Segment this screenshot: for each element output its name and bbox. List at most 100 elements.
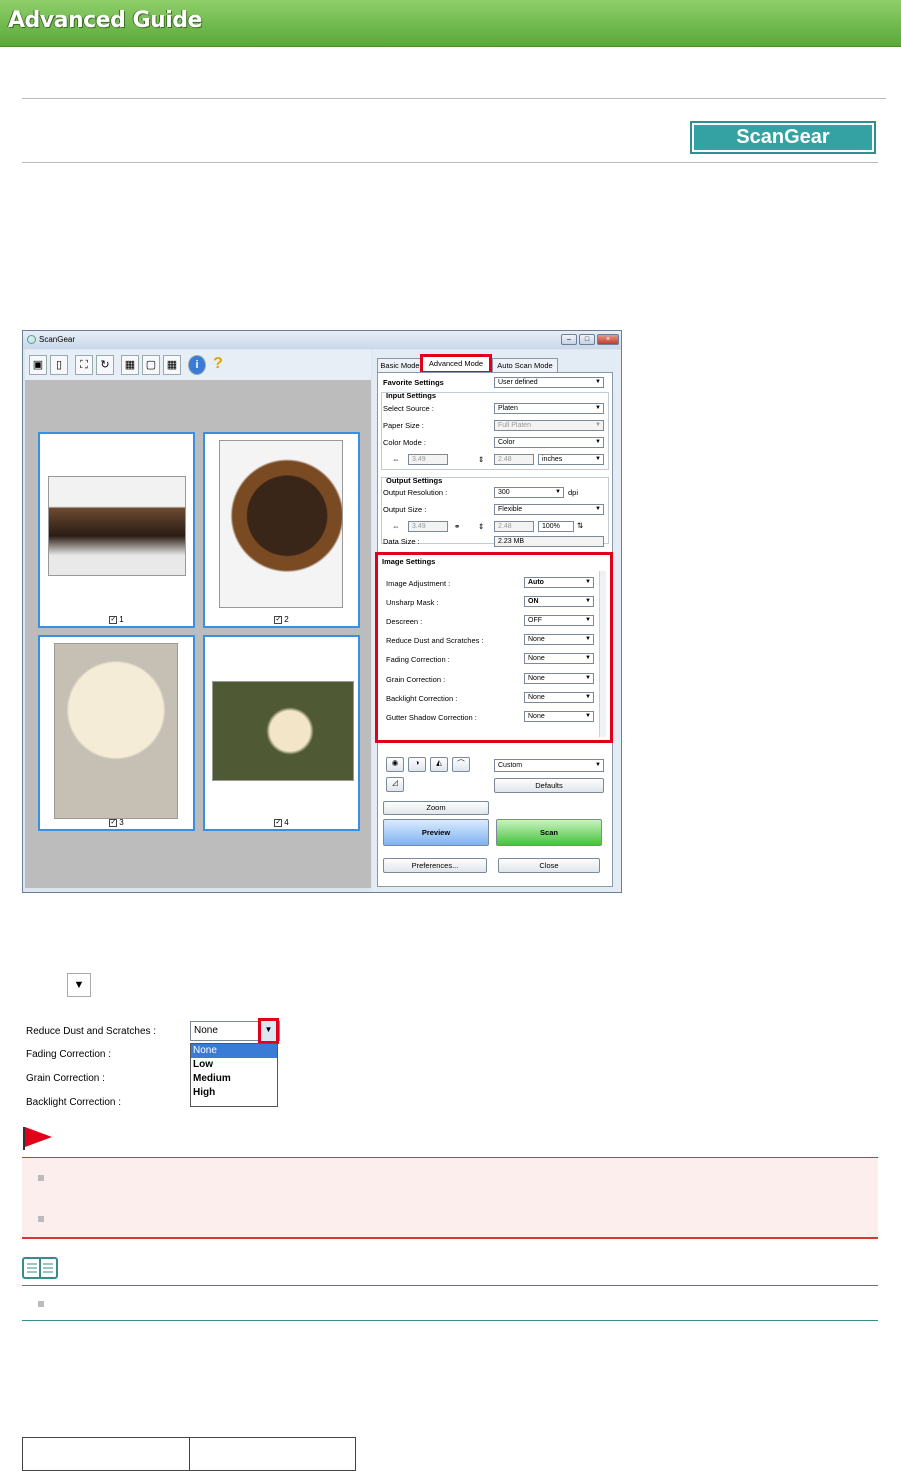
tone-preset-select[interactable]: Custom ▼ (494, 759, 604, 772)
select-source-select[interactable]: Platen ▼ (494, 403, 604, 414)
image-adjustment-label: Image Adjustment : (386, 579, 451, 588)
thumbnail-3[interactable]: ✓ 3 (38, 635, 195, 831)
color-balance-icon[interactable]: ◉ (386, 757, 404, 772)
defaults-button[interactable]: Defaults (494, 778, 604, 793)
thumbnail-caption: ✓ 1 (109, 615, 124, 624)
resolution-unit: dpi (568, 488, 579, 497)
threshold-icon[interactable]: ◿ (386, 777, 404, 792)
histogram-icon[interactable]: ◭ (430, 757, 448, 772)
image-settings-scrollbar[interactable] (599, 571, 606, 737)
gutter-shadow-select[interactable]: None ▼ (524, 711, 594, 722)
output-resolution-select[interactable]: 300 ▼ (494, 487, 564, 498)
zoom-button[interactable]: Zoom (383, 801, 489, 815)
nav-cell-next[interactable] (190, 1438, 355, 1470)
thumbnail-image (219, 440, 343, 608)
dropdown-option[interactable]: None (191, 1044, 277, 1058)
close-button[interactable]: Close (498, 858, 600, 873)
grain-correction-select[interactable]: None ▼ (524, 673, 594, 684)
reduce-dust-label: Reduce Dust and Scratches : (386, 636, 484, 645)
width-icon: ⇔ (392, 522, 400, 531)
section-badge-label: ScanGear (694, 125, 872, 150)
info-icon[interactable]: i (188, 355, 206, 375)
output-settings-heading: Output Settings (386, 476, 443, 485)
open-folder-icon[interactable]: ▣ (29, 355, 47, 375)
thumbnail-caption: ✓ 4 (274, 818, 289, 827)
whole-image-view-icon[interactable]: ▢ (142, 355, 160, 375)
page-title: Advanced Guide (8, 8, 202, 33)
grain-correction-label: Grain Correction : (386, 675, 446, 684)
dropdown-option[interactable]: Medium (191, 1072, 277, 1086)
tab-auto-scan-mode[interactable]: Auto Scan Mode (492, 358, 558, 372)
new-page-icon[interactable]: ▯ (50, 355, 68, 375)
descreen-label: Descreen : (386, 617, 423, 626)
thumbnail-1[interactable]: ✓ 1 (38, 432, 195, 628)
switch-aspect-icon[interactable]: ⇅ (577, 521, 583, 530)
output-width-field[interactable]: 3.49 (408, 521, 448, 532)
tab-basic-mode[interactable]: Basic Mode (377, 358, 423, 372)
crop-icon[interactable]: ⛶ (75, 355, 93, 375)
minimize-icon[interactable]: – (561, 334, 577, 345)
thumbnail-checkbox[interactable]: ✓ (274, 615, 283, 624)
multi-crop-icon[interactable]: ▦ (163, 355, 181, 375)
window-title: ScanGear (39, 335, 76, 344)
tab-advanced-mode[interactable]: Advanced Mode (420, 354, 492, 374)
thumbnail-4[interactable]: ✓ 4 (203, 635, 360, 831)
thumbnail-image (54, 643, 178, 819)
preview-button[interactable]: Preview (383, 819, 489, 846)
bullet-icon (38, 1216, 44, 1222)
image-adjustment-select[interactable]: Auto ▼ (524, 577, 594, 588)
unsharp-mask-label: Unsharp Mask : (386, 598, 439, 607)
rotate-icon[interactable]: ↻ (96, 355, 114, 375)
section-badge: ScanGear (690, 121, 876, 154)
reduce-dust-select[interactable]: None ▼ (524, 634, 594, 645)
unit-select[interactable]: inches ▼ (538, 454, 604, 465)
favorite-settings-select[interactable]: User defined ▼ (494, 377, 604, 388)
brightness-contrast-icon[interactable]: ◑ (408, 757, 426, 772)
output-size-label: Output Size : (383, 505, 427, 514)
thumbnail-caption: ✓ 3 (109, 818, 124, 827)
color-mode-select[interactable]: Color ▼ (494, 437, 604, 448)
unsharp-mask-select[interactable]: ON ▼ (524, 596, 594, 607)
thumbnail-checkbox[interactable]: ✓ (109, 615, 118, 624)
backlight-correction-label: Backlight Correction : (26, 1097, 122, 1107)
height-icon: ⇕ (478, 522, 485, 531)
link-icon[interactable]: ⚭ (454, 522, 460, 531)
thumbnail-checkbox[interactable]: ✓ (109, 818, 118, 827)
dropdown-option[interactable]: Low (191, 1058, 277, 1072)
bullet-icon (38, 1175, 44, 1181)
input-height-field[interactable]: 2.48 (494, 454, 534, 465)
dropdown-example: Reduce Dust and Scratches : Fading Corre… (22, 1017, 287, 1107)
navigation-table (22, 1437, 356, 1471)
advanced-mode-sheet: Favorite Settings User defined ▼ Input Se… (375, 372, 613, 887)
fading-correction-select[interactable]: None ▼ (524, 653, 594, 664)
help-icon[interactable]: ? (209, 355, 227, 375)
maximize-icon[interactable]: □ (579, 334, 595, 345)
preferences-button[interactable]: Preferences... (383, 858, 487, 873)
dropdown-arrow-icon: ▼ (67, 973, 91, 997)
width-icon: ⇔ (392, 455, 400, 464)
grain-correction-label: Grain Correction : (26, 1073, 105, 1084)
close-icon[interactable]: × (597, 334, 619, 345)
dropdown-button[interactable]: ▼ (258, 1018, 279, 1044)
descreen-select[interactable]: OFF ▼ (524, 615, 594, 626)
window-titlebar: ScanGear – □ × (23, 331, 621, 349)
input-width-field[interactable]: 3.49 (408, 454, 448, 465)
important-flag-icon (23, 1127, 52, 1150)
thumbnail-checkbox[interactable]: ✓ (274, 818, 283, 827)
backlight-correction-label: Backlight Correction : (386, 694, 458, 703)
height-icon: ⇕ (478, 455, 485, 464)
scale-field[interactable]: 100% (538, 521, 574, 532)
dropdown-option[interactable]: High (191, 1086, 277, 1100)
settings-panel: Basic Mode Advanced Mode Auto Scan Mode … (372, 350, 621, 892)
tone-curve-icon[interactable]: ⌒ (452, 757, 470, 772)
thumbnail-2[interactable]: ✓ 2 (203, 432, 360, 628)
thumbnail-view-icon[interactable]: ▦ (121, 355, 139, 375)
output-height-field[interactable]: 2.48 (494, 521, 534, 532)
scan-button[interactable]: Scan (496, 819, 602, 846)
backlight-correction-select[interactable]: None ▼ (524, 692, 594, 703)
header-banner: Advanced Guide (0, 0, 901, 47)
paper-size-select[interactable]: Full Platen ▼ (494, 420, 604, 431)
nav-cell-previous[interactable] (23, 1438, 190, 1470)
output-size-select[interactable]: Flexible ▼ (494, 504, 604, 515)
select-source-label: Select Source : (383, 404, 434, 413)
